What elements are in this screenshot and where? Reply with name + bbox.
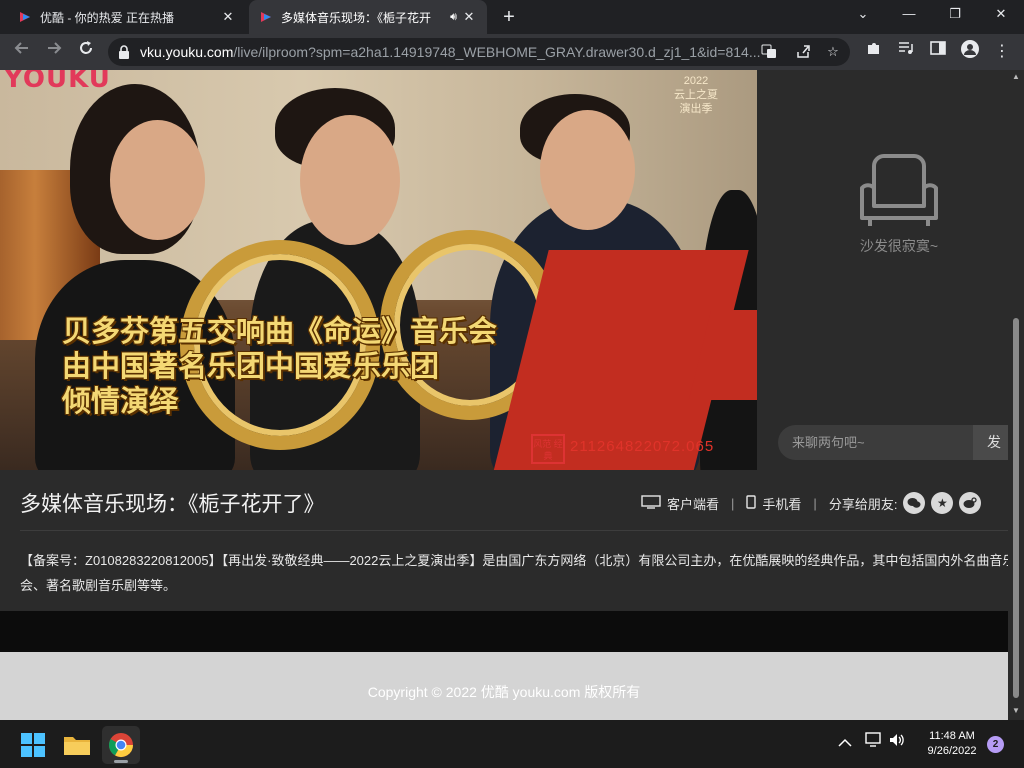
live-video-player[interactable]: YOUKU 2022 云上之夏 演出季 贝多芬第五交响曲《命运》音乐会 由中国著… [0, 70, 757, 470]
active-app-indicator [114, 760, 128, 763]
extensions-icon[interactable] [862, 40, 886, 64]
file-explorer-button[interactable] [58, 726, 96, 764]
tab-search-icon[interactable]: ⌄ [840, 0, 886, 30]
back-button[interactable] [10, 40, 34, 64]
start-button[interactable] [14, 726, 52, 764]
tab-live-room[interactable]: 多媒体音乐现场：《栀子花开 🔊︎ ✕ [249, 0, 487, 34]
page-scrollbar[interactable]: ▲ ▼ [1008, 70, 1024, 720]
performer-1-face [110, 120, 205, 240]
info-divider [20, 530, 1008, 531]
performer-2-face [300, 115, 400, 245]
video-watermark: 211264822072.065 [570, 438, 715, 455]
speaker-icon[interactable]: 🔊︎ [450, 11, 457, 24]
minimize-button[interactable]: — [886, 0, 932, 30]
url-text[interactable]: vku.youku.com/live/ilproom?spm=a2ha1.149… [140, 44, 760, 60]
video-caption: 贝多芬第五交响曲《命运》音乐会 由中国著名乐团中国爱乐乐团 倾情演绎 [62, 314, 497, 419]
caption-line-1: 贝多芬第五交响曲《命运》音乐会 [62, 314, 498, 348]
url-host: vku.youku.com [140, 44, 234, 60]
tab-close-icon[interactable]: ✕ [461, 9, 477, 25]
profile-icon [961, 40, 979, 58]
page-content: YOUKU 2022 云上之夏 演出季 贝多芬第五交响曲《命运》音乐会 由中国著… [0, 70, 1008, 720]
site-footer: Copyright © 2022 优酷 youku.com 版权所有 [0, 652, 1008, 720]
performer-3-face [540, 110, 635, 230]
youku-favicon-icon [261, 12, 271, 22]
chrome-menu-icon[interactable]: ⋮ [990, 40, 1014, 64]
badge-year: 2022 [683, 75, 709, 87]
back-arrow-icon [14, 42, 28, 54]
tab-strip: 优酷 - 你的热爱 正在热播 ✕ 多媒体音乐现场：《栀子花开 🔊︎ ✕ + ⌄ … [0, 0, 1024, 34]
client-watch-link[interactable]: 客户端看 [667, 494, 719, 513]
reload-icon [80, 41, 92, 54]
close-window-button[interactable]: ✕ [978, 0, 1024, 30]
wechat-icon[interactable] [903, 492, 926, 514]
tab-close-icon[interactable]: ✕ [220, 9, 236, 25]
browser-toolbar: vku.youku.com/live/ilproom?spm=a2ha1.149… [0, 34, 1024, 70]
scroll-up-arrow-icon[interactable]: ▲ [1012, 72, 1020, 81]
tab-title: 优酷 - 你的热爱 正在热播 [40, 10, 174, 25]
scroll-thumb[interactable] [1013, 318, 1019, 698]
empty-chat-text: 沙发很寂寞~ [859, 238, 939, 254]
caption-line-2: 由中国著名乐团中国爱乐乐团 [62, 349, 440, 383]
chrome-taskbar-button[interactable] [102, 726, 140, 764]
volume-icon[interactable] [888, 720, 906, 768]
youku-logo: YOUKU [4, 70, 111, 94]
translate-icon[interactable] [760, 43, 778, 61]
playlist-icon [899, 42, 913, 54]
share-arrow-icon [797, 45, 810, 58]
windows-taskbar: 11:48 AM 9/26/2022 2 [0, 720, 1024, 768]
system-clock[interactable]: 11:48 AM 9/26/2022 [912, 729, 992, 759]
network-icon[interactable] [864, 720, 882, 768]
puzzle-icon [868, 43, 879, 54]
chrome-logo-icon [108, 733, 133, 758]
scroll-down-arrow-icon[interactable]: ▼ [1012, 706, 1020, 715]
black-band [0, 611, 1008, 652]
chat-input[interactable] [778, 425, 973, 460]
media-controls-icon[interactable] [894, 40, 918, 64]
restore-button[interactable]: ❐ [932, 0, 978, 30]
url-path: /live/ilproom?spm=a2ha1.14919748_WEBHOME… [233, 44, 760, 60]
panel-icon [930, 41, 946, 55]
page-title: 多媒体音乐现场：《栀子花开了》 [20, 493, 325, 516]
translate-glyph-icon [761, 44, 776, 58]
forward-arrow-icon [48, 42, 62, 54]
badge-line1: 云上之夏 [674, 89, 718, 101]
share-page-icon[interactable] [794, 43, 812, 61]
forward-button[interactable] [42, 40, 66, 64]
desktop-icon[interactable] [641, 494, 661, 512]
new-tab-button[interactable]: + [498, 6, 520, 28]
video-info: 多媒体音乐现场：《栀子花开了》 客户端看 | 手机看 | 分享给朋友: ★ 【备… [0, 470, 1008, 611]
sofa-icon [860, 154, 938, 226]
season-badge: 2022 云上之夏 演出季 [656, 70, 736, 128]
qzone-icon[interactable]: ★ [931, 492, 954, 514]
bookmark-star-icon[interactable]: ☆ [824, 43, 842, 61]
watch-actions: 客户端看 | 手机看 | 分享给朋友: ★ [641, 492, 982, 514]
tab-title: 多媒体音乐现场：《栀子花开 [281, 10, 432, 25]
address-bar[interactable]: vku.youku.com/live/ilproom?spm=a2ha1.149… [108, 38, 850, 66]
copyright-text: Copyright © 2022 优酷 youku.com 版权所有 [367, 684, 641, 700]
tray-overflow-icon[interactable] [838, 720, 852, 768]
caption-line-3: 倾情演绎 [62, 384, 179, 418]
lock-icon[interactable] [118, 45, 130, 59]
reload-button[interactable] [74, 40, 98, 64]
divider: | [813, 495, 817, 511]
badge-line2: 演出季 [679, 103, 713, 115]
divider: | [731, 495, 735, 511]
clock-time: 11:48 AM [929, 730, 975, 742]
mobile-icon[interactable] [746, 494, 757, 512]
chat-sidebar: 沙发很寂寞~ 发 [757, 70, 1008, 470]
video-description: 【备案号：Z0108283220812005】【再出发·致敬经典——2022云上… [20, 553, 1008, 593]
profile-avatar[interactable] [958, 40, 982, 64]
weibo-icon[interactable] [959, 492, 982, 514]
youku-favicon-icon [20, 12, 30, 22]
windows-logo-icon [21, 733, 45, 757]
share-label: 分享给朋友: [828, 496, 898, 512]
folder-icon [64, 737, 90, 755]
clock-date: 9/26/2022 [927, 745, 977, 757]
red-seal-stamp: 风范 经典 [531, 434, 565, 464]
notification-badge[interactable]: 2 [987, 736, 1004, 753]
send-button[interactable]: 发 [973, 425, 1008, 460]
tab-youku-home[interactable]: 优酷 - 你的热爱 正在热播 ✕ [8, 0, 246, 34]
mobile-watch-link[interactable]: 手机看 [762, 494, 801, 513]
side-panel-icon[interactable] [926, 40, 950, 64]
